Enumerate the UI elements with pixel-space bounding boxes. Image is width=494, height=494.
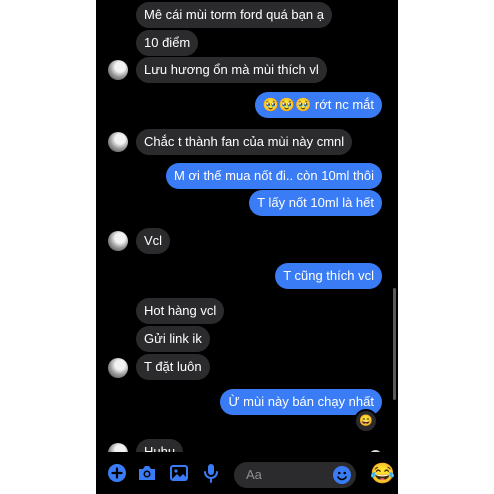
message-input[interactable]: Aa [234,462,356,488]
reaction-badge[interactable]: 😄 [354,409,378,433]
gallery-icon[interactable] [166,460,192,486]
message-incoming[interactable]: Hot hàng vcl [136,298,225,324]
message-incoming[interactable]: Vcl [136,228,171,254]
message-text: 🥹🥹🥹 rớt nc mắt [262,97,374,112]
chat-screen: Mê cái mùi torm ford quá bạn ạ 10 điểm L… [96,0,398,494]
message-incoming[interactable]: Chắc t thành fan của mùi này cmnl [136,129,353,155]
message-text: Lưu hương ổn mà mùi thích vl [144,62,319,77]
plus-icon[interactable] [104,460,130,486]
emoji-icon[interactable] [333,466,351,484]
message-outgoing[interactable]: T cũng thích vcl [275,263,382,289]
message-text: Chắc t thành fan của mùi này cmnl [144,134,345,149]
contact-avatar[interactable] [108,132,128,152]
message-text: T lấy nốt 10ml là hết [257,195,374,210]
message-text: T cũng thích vcl [283,268,374,283]
input-placeholder: Aa [246,467,262,482]
like-emoji-button[interactable]: 😂 [370,462,395,486]
message-outgoing[interactable]: T lấy nốt 10ml là hết [249,190,382,216]
scrollbar[interactable] [393,288,396,400]
message-incoming[interactable]: Lưu hương ổn mà mùi thích vl [136,57,327,83]
message-text: Vcl [144,233,163,248]
microphone-icon[interactable] [198,460,224,486]
message-outgoing[interactable]: M ơi thế mua nốt đi.. còn 10ml thôi [165,163,382,189]
contact-avatar[interactable] [108,231,128,251]
message-text: T đặt luôn [144,359,202,374]
message-text: M ơi thế mua nốt đi.. còn 10ml thôi [173,168,374,183]
message-incoming[interactable]: Gửi link ik [136,326,210,352]
message-text: Ừ mùi này bán chạy nhất [228,394,374,409]
contact-avatar[interactable] [108,60,128,80]
message-text: Hot hàng vcl [144,303,217,318]
message-text: Mê cái mùi torm ford quá bạn ạ [144,7,324,22]
message-text: Gửi link ik [144,331,202,346]
message-text: 10 điểm [144,35,191,50]
message-incoming[interactable]: Mê cái mùi torm ford quá bạn ạ [136,2,332,28]
camera-icon[interactable] [134,460,160,486]
message-incoming[interactable]: T đặt luôn [136,354,210,380]
message-incoming[interactable]: 10 điểm [136,30,199,56]
contact-avatar[interactable] [108,358,128,378]
message-outgoing[interactable]: 🥹🥹🥹 rớt nc mắt [254,92,382,118]
